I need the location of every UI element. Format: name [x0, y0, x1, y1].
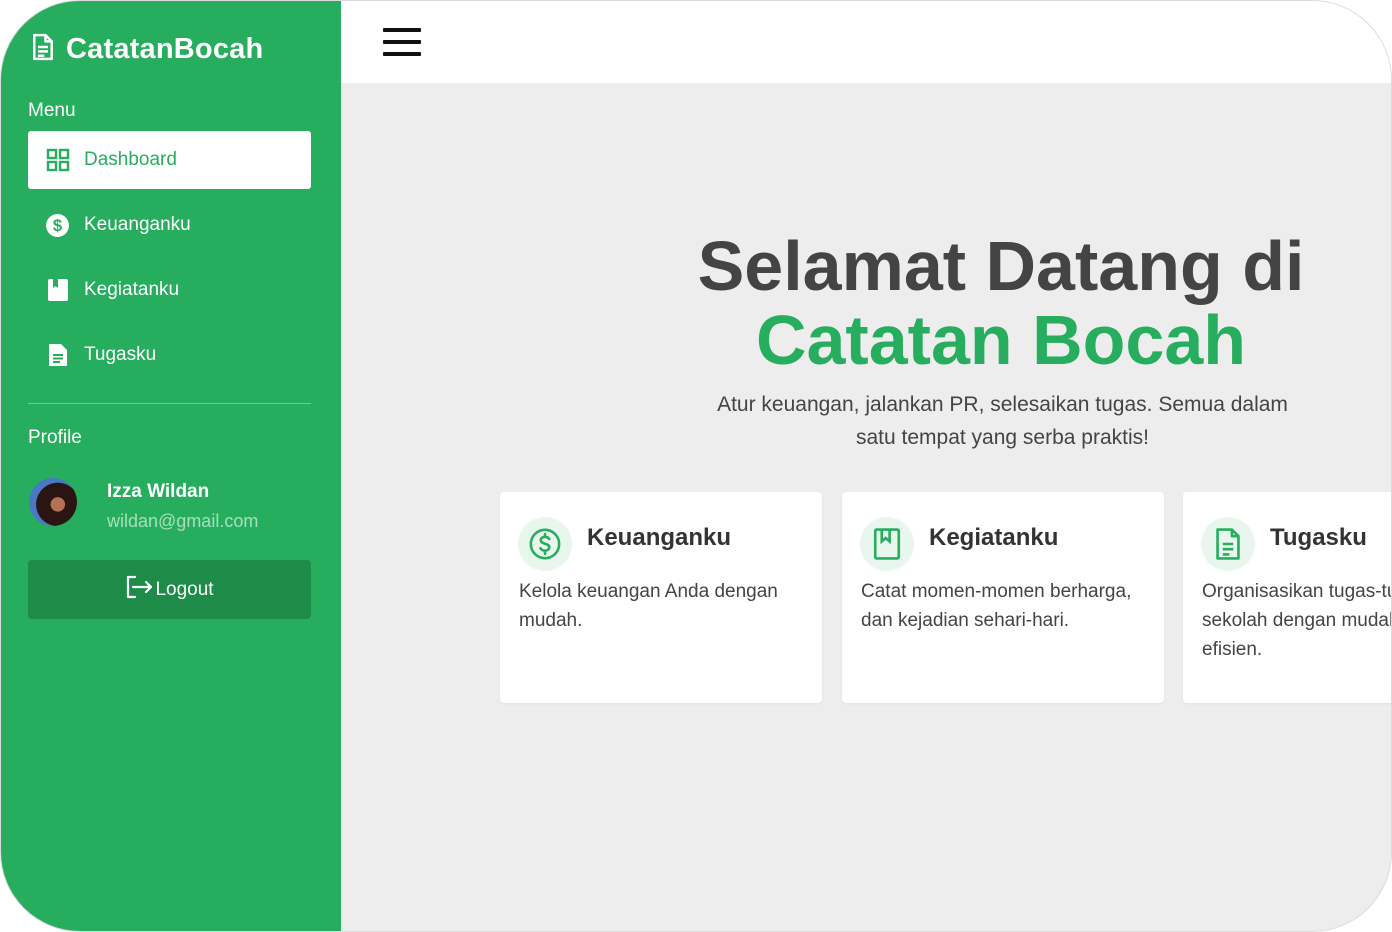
logout-button[interactable]: Logout	[28, 560, 311, 619]
hero-title: Selamat Datang di Catatan Bocah	[601, 227, 1391, 379]
dollar-circle-icon	[518, 517, 572, 571]
hero-title-line1: Selamat Datang di	[697, 227, 1305, 305]
sidebar-item-dashboard[interactable]: Dashboard	[28, 131, 311, 189]
card-title: Kegiatanku	[929, 524, 1059, 551]
user-name: Izza Wildan	[107, 481, 210, 502]
card-title: Keuanganku	[587, 524, 732, 551]
brand-name: CatatanBocah	[66, 32, 264, 65]
svg-text:$: $	[53, 216, 63, 235]
card-description: Kelola keuangan Anda dengan mudah.	[519, 581, 778, 631]
card-title: Tugasku	[1270, 524, 1367, 551]
document-icon	[45, 343, 70, 368]
hamburger-menu-icon[interactable]	[383, 27, 421, 57]
sidebar-item-label: Tugasku	[84, 344, 157, 365]
document-icon	[1201, 517, 1255, 571]
card-keuanganku[interactable]: Keuanganku Kelola keuangan Anda dengan m…	[500, 492, 822, 703]
avatar[interactable]	[29, 478, 77, 526]
bookmark-book-icon	[45, 278, 70, 303]
app-window: CatatanBocah Menu Dashboard $ Keuanganku	[0, 0, 1392, 932]
sidebar: CatatanBocah Menu Dashboard $ Keuanganku	[1, 1, 341, 931]
menu-section-label: Menu	[28, 100, 76, 121]
hero-subtitle: Atur keuangan, jalankan PR, selesaikan t…	[717, 393, 1288, 449]
sidebar-divider	[28, 403, 311, 404]
top-bar	[341, 1, 1391, 83]
logout-label: Logout	[155, 578, 214, 600]
user-email: wildan@gmail.com	[107, 511, 259, 531]
sidebar-item-label: Dashboard	[84, 149, 177, 170]
card-description: Catat momen-momen berharga, dan kejadian…	[861, 581, 1132, 631]
grid-icon	[45, 148, 70, 173]
dollar-circle-icon: $	[45, 213, 70, 238]
sidebar-item-keuanganku[interactable]: $ Keuanganku	[28, 196, 311, 254]
profile-section-label: Profile	[28, 427, 82, 448]
sidebar-item-kegiatanku[interactable]: Kegiatanku	[28, 261, 311, 319]
sidebar-item-tugasku[interactable]: Tugasku	[28, 326, 311, 384]
bookmark-book-icon	[860, 517, 914, 571]
logout-icon	[125, 575, 153, 605]
hero-title-line2: Catatan Bocah	[755, 301, 1247, 379]
document-icon	[28, 32, 58, 67]
brand[interactable]: CatatanBocah	[28, 31, 263, 67]
sidebar-item-label: Keuanganku	[84, 214, 191, 235]
sidebar-item-label: Kegiatanku	[84, 279, 180, 300]
card-description: Organisasikan tugas-tugas sekolah dengan…	[1202, 581, 1391, 660]
card-tugasku[interactable]: Tugasku Organisasikan tugas-tugas sekola…	[1183, 492, 1391, 703]
card-kegiatanku[interactable]: Kegiatanku Catat momen-momen berharga, d…	[842, 492, 1164, 703]
